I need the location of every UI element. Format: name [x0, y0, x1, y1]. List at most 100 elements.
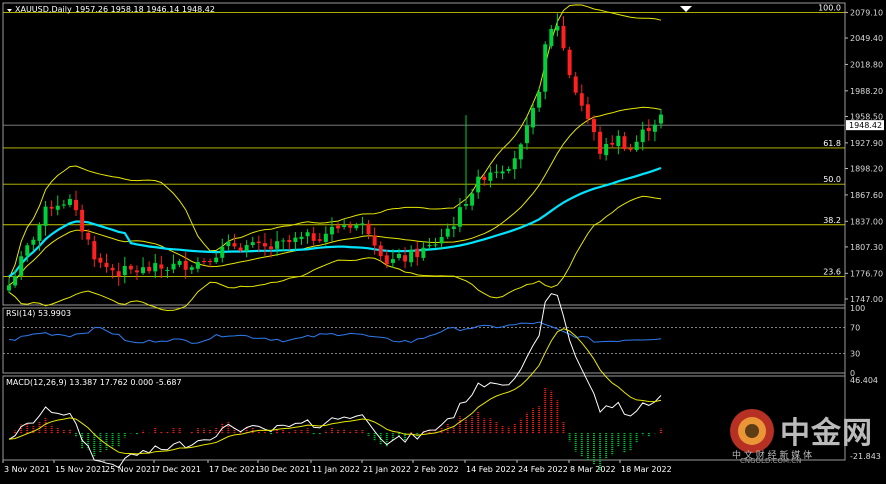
candle-body	[159, 264, 164, 269]
price-label: 2018.80	[850, 60, 883, 69]
candle-body	[250, 242, 255, 245]
candle-body	[336, 225, 341, 229]
candle-body	[67, 199, 72, 205]
x-axis-label: 21 Jan 2022	[363, 465, 411, 474]
candle-body	[348, 225, 353, 228]
candle-body	[256, 241, 261, 243]
x-axis-label: 24 Feb 2022	[518, 465, 568, 474]
candle-body	[652, 124, 657, 132]
candle-body	[116, 271, 121, 277]
candle-body	[390, 259, 395, 263]
candle-body	[61, 204, 66, 206]
candle-body	[195, 262, 200, 269]
candle-body	[110, 267, 115, 271]
candle-body	[275, 241, 280, 249]
fib-level-label: 61.8	[823, 139, 841, 148]
x-axis-label: 14 Feb 2022	[466, 465, 516, 474]
price-label: 1747.00	[850, 295, 883, 304]
candle-body	[269, 246, 274, 250]
price-label: 1776.70	[850, 269, 883, 278]
candle-body	[98, 257, 103, 263]
macd-title: MACD(12,26,9) 13.387 17.762 0.000 -5.687	[6, 378, 182, 387]
candle-body	[281, 240, 286, 242]
candle-body	[634, 141, 639, 150]
candle-body	[506, 168, 511, 171]
x-axis-label: 3 Nov 2021	[4, 465, 50, 474]
candle-body	[147, 266, 152, 272]
candle-body	[244, 245, 249, 251]
candle-body	[591, 119, 596, 133]
rsi-scale-label: 70	[850, 324, 860, 333]
candle-body	[518, 144, 523, 160]
candle-body	[427, 244, 432, 247]
candle-body	[366, 223, 371, 235]
candle-body	[305, 232, 310, 237]
candle-body	[598, 131, 603, 154]
watermark-logo-text: 中金网	[780, 416, 873, 451]
candle-body	[220, 246, 225, 258]
candle-body	[451, 226, 456, 230]
candle-body	[74, 199, 79, 211]
candle-body	[549, 28, 554, 46]
candle-body	[226, 241, 231, 247]
panel-frame-2	[2, 375, 846, 461]
x-axis-label: 8 Mar 2022	[570, 465, 616, 474]
menu-triangle-icon[interactable]	[7, 9, 12, 12]
candle-body	[561, 26, 566, 49]
candle-body	[640, 129, 645, 143]
price-label: 1837.00	[850, 217, 883, 226]
candle-body	[555, 26, 560, 31]
candle-body	[153, 263, 158, 272]
candle-body	[262, 243, 267, 247]
macd-scale-top: 46.404	[850, 376, 878, 385]
x-axis-label: 17 Dec 2021	[209, 465, 260, 474]
x-axis-label: 11 Jan 2022	[312, 465, 360, 474]
price-label: 1927.90	[850, 139, 883, 148]
price-label: 2049.40	[850, 34, 883, 43]
candle-body	[141, 267, 146, 274]
candle-body	[439, 237, 444, 244]
candle-body	[378, 245, 383, 257]
candle-body	[384, 255, 389, 265]
x-axis-label: 2 Feb 2022	[414, 465, 459, 474]
candle-body	[238, 247, 243, 251]
candle-body	[403, 255, 408, 262]
chart-window: 100.0 61.8 50.0 38.2 23.6 100 70 30 0 46.404 -21…	[0, 0, 886, 480]
candle-body	[329, 226, 334, 235]
panel-frame-1	[2, 307, 846, 374]
candle-body	[7, 285, 11, 291]
fib-level-label: 38.2	[823, 216, 841, 225]
candle-body	[372, 235, 377, 246]
candle-body	[482, 176, 487, 180]
candle-body	[433, 244, 438, 246]
rsi-line	[8, 321, 662, 344]
candle-body	[567, 49, 572, 76]
candle-body	[134, 270, 139, 273]
rsi-scale-label: 30	[850, 350, 860, 359]
candle-body	[622, 136, 627, 150]
candle-body	[299, 236, 304, 240]
candle-body	[421, 247, 426, 258]
candle-body	[293, 237, 298, 243]
candle-body	[25, 245, 30, 256]
candle-body	[13, 276, 18, 286]
candle-body	[476, 176, 481, 193]
candle-body	[323, 233, 328, 242]
candle-body	[628, 148, 633, 150]
candle-body	[183, 260, 188, 270]
candle-body	[512, 158, 517, 170]
candle-body	[659, 114, 663, 124]
candle-body	[55, 205, 60, 210]
candle-body	[457, 207, 462, 227]
price-label: 2079.10	[850, 8, 883, 17]
x-axis-label: 25 Nov 2021	[105, 465, 156, 474]
candle-body	[488, 172, 493, 181]
candle-body	[31, 239, 36, 245]
candle-body	[543, 44, 548, 92]
fib-level-label: 50.0	[823, 175, 841, 184]
candle-body	[287, 239, 292, 243]
chart-shift-icon[interactable]	[680, 6, 692, 12]
price-label: 1867.60	[850, 191, 883, 200]
x-axis-label: 30 Dec 2021	[259, 465, 310, 474]
candle-body	[604, 143, 609, 156]
